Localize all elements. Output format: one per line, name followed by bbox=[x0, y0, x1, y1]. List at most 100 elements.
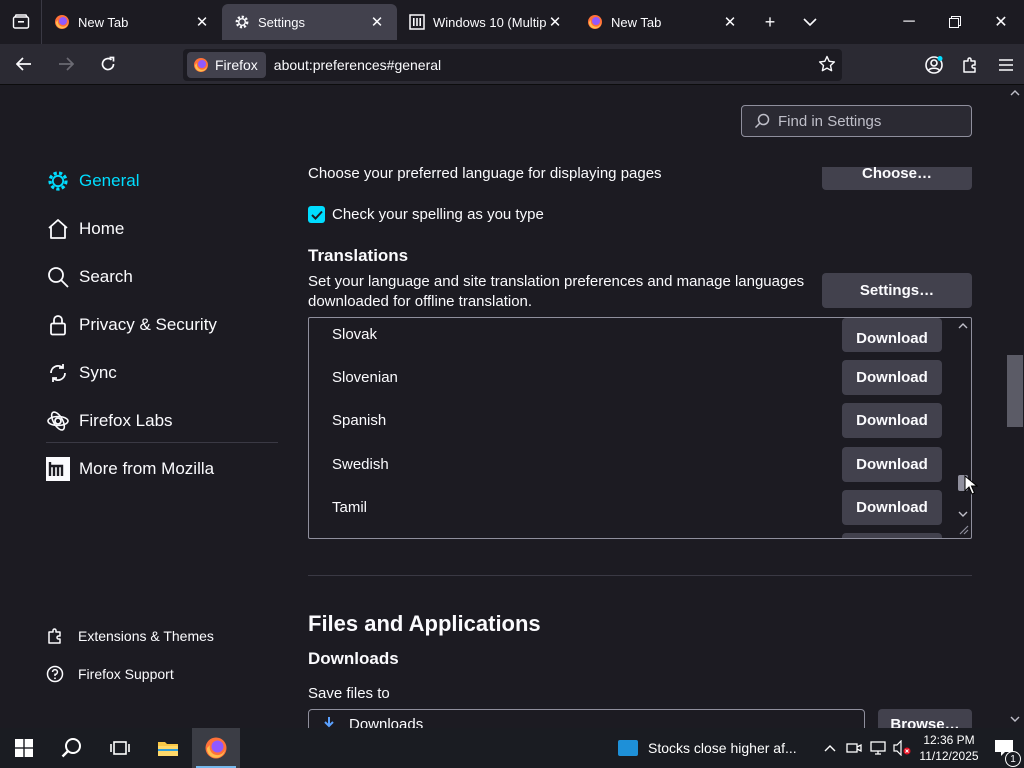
section-divider bbox=[308, 575, 972, 576]
button-label: Browse… bbox=[890, 715, 960, 729]
translation-languages-list[interactable]: Slovak Download Slovenian Download Spani… bbox=[308, 317, 972, 539]
task-view-button[interactable] bbox=[96, 728, 144, 768]
sidebar-item-more-from-mozilla[interactable]: More from Mozilla bbox=[46, 454, 214, 484]
download-button[interactable]: Download bbox=[842, 360, 942, 395]
save-files-label: Save files to bbox=[308, 685, 390, 702]
camera-icon bbox=[846, 743, 862, 753]
news-icon bbox=[618, 740, 638, 756]
clock[interactable]: 12:36 PM 11/12/2025 bbox=[914, 732, 984, 764]
close-icon[interactable]: ✕ bbox=[194, 14, 210, 31]
volume-muted-icon bbox=[893, 740, 911, 756]
notification-count-badge: 1 bbox=[1005, 751, 1021, 767]
scroll-up-arrow-icon[interactable] bbox=[1010, 89, 1020, 97]
minimize-button[interactable]: ─ bbox=[886, 0, 932, 44]
identity-box[interactable]: Firefox bbox=[187, 52, 266, 78]
choose-language-button[interactable]: Choose… bbox=[822, 165, 972, 190]
close-icon[interactable]: ✕ bbox=[547, 14, 563, 31]
scroll-thumb[interactable] bbox=[1007, 355, 1023, 427]
firefox-view-button[interactable] bbox=[0, 0, 42, 44]
sidebar-item-search[interactable]: Search bbox=[46, 262, 133, 292]
sidebar-item-label: Firefox Labs bbox=[79, 411, 173, 430]
translations-settings-button[interactable]: Settings… bbox=[822, 273, 972, 308]
tab-new-tab-1[interactable]: New Tab ✕ bbox=[42, 4, 222, 40]
download-button[interactable]: Download bbox=[842, 490, 942, 525]
close-icon[interactable]: ✕ bbox=[369, 14, 385, 31]
browse-button[interactable]: Browse… bbox=[878, 709, 972, 728]
close-icon[interactable]: ✕ bbox=[722, 14, 738, 31]
language-name: Tamil bbox=[332, 499, 368, 516]
reload-icon bbox=[101, 56, 115, 71]
gear-icon bbox=[48, 171, 68, 191]
sidebar-item-label: General bbox=[79, 171, 140, 190]
extensions-themes-link[interactable]: Extensions & Themes bbox=[46, 627, 214, 645]
language-choose-text: Choose your preferred language for displ… bbox=[308, 165, 662, 182]
language-name: Slovak bbox=[332, 326, 378, 343]
scroll-down-arrow-icon[interactable] bbox=[1010, 715, 1020, 723]
task-view-icon bbox=[110, 741, 130, 755]
sidebar-item-firefox-labs[interactable]: Firefox Labs bbox=[46, 406, 173, 436]
navigation-toolbar: Firefox about:preferences#general bbox=[0, 44, 1024, 85]
extensions-button[interactable] bbox=[952, 56, 988, 74]
tab-new-tab-2[interactable]: New Tab ✕ bbox=[575, 4, 750, 40]
reload-button[interactable] bbox=[90, 48, 126, 80]
maximize-button[interactable] bbox=[932, 0, 978, 44]
sync-icon bbox=[50, 364, 66, 382]
tab-settings[interactable]: Settings ✕ bbox=[222, 4, 397, 40]
scroll-up-arrow-icon[interactable] bbox=[958, 322, 968, 330]
spellcheck-checkbox[interactable] bbox=[308, 206, 325, 223]
url-bar[interactable]: Firefox about:preferences#general bbox=[183, 49, 842, 81]
download-folder-field[interactable]: Downloads bbox=[308, 709, 865, 728]
list-item: Slovenian Download bbox=[309, 360, 949, 403]
sidebar-item-label: Home bbox=[79, 219, 125, 238]
sidebar-item-sync[interactable]: Sync bbox=[46, 358, 117, 388]
puzzle-icon bbox=[963, 56, 976, 73]
button-label: Download bbox=[856, 499, 928, 516]
news-widget[interactable]: Stocks close higher af... bbox=[608, 728, 797, 768]
show-hidden-icons-button[interactable] bbox=[818, 744, 842, 752]
clock-time: 12:36 PM bbox=[923, 733, 975, 747]
back-button[interactable] bbox=[6, 48, 42, 80]
mozilla-icon bbox=[46, 457, 70, 481]
firefox-taskbar-button[interactable] bbox=[192, 728, 240, 768]
news-headline: Stocks close higher af... bbox=[648, 740, 797, 756]
download-folder-name: Downloads bbox=[349, 715, 424, 729]
app-menu-button[interactable] bbox=[988, 58, 1024, 72]
download-button[interactable]: Download bbox=[842, 447, 942, 482]
close-window-button[interactable]: ✕ bbox=[978, 0, 1024, 44]
meet-now-button[interactable] bbox=[842, 741, 866, 755]
account-button[interactable] bbox=[916, 55, 952, 75]
page-scrollbar[interactable] bbox=[1006, 85, 1024, 728]
scroll-down-arrow-icon[interactable] bbox=[958, 510, 968, 518]
folder-icon bbox=[158, 742, 178, 756]
download-button[interactable]: Download bbox=[842, 403, 942, 438]
network-button[interactable] bbox=[866, 741, 890, 755]
download-button[interactable]: Download bbox=[842, 318, 942, 352]
tab-windows-10[interactable]: Windows 10 (Multiple E ✕ bbox=[397, 4, 575, 40]
spellcheck-label[interactable]: Check your spelling as you type bbox=[332, 206, 544, 223]
new-tab-button[interactable]: + bbox=[750, 0, 790, 44]
sidebar-item-privacy[interactable]: Privacy & Security bbox=[46, 310, 217, 340]
help-icon bbox=[46, 665, 64, 683]
volume-button[interactable] bbox=[890, 740, 914, 756]
taskbar-search-button[interactable] bbox=[48, 728, 96, 768]
forward-button[interactable] bbox=[48, 48, 84, 80]
settings-search-input[interactable]: Find in Settings bbox=[741, 105, 972, 137]
bookmark-star-icon[interactable] bbox=[818, 55, 836, 73]
resize-grip-icon[interactable] bbox=[957, 523, 969, 535]
sidebar-item-home[interactable]: Home bbox=[46, 214, 124, 244]
list-all-tabs-button[interactable] bbox=[790, 0, 830, 44]
language-name: Swedish bbox=[332, 456, 389, 473]
start-button[interactable] bbox=[0, 728, 48, 768]
url-text[interactable]: about:preferences#general bbox=[274, 57, 441, 73]
checkmark-icon bbox=[310, 210, 323, 220]
notification-center-button[interactable]: 1 bbox=[984, 739, 1024, 767]
search-icon bbox=[61, 738, 81, 758]
firefox-icon bbox=[588, 15, 602, 29]
sidebar-item-general[interactable]: General bbox=[46, 166, 139, 196]
file-explorer-button[interactable] bbox=[144, 728, 192, 768]
search-icon bbox=[754, 113, 770, 129]
firefox-icon bbox=[194, 58, 208, 72]
toolbar-right bbox=[916, 44, 1024, 85]
languages-scrollbar[interactable] bbox=[956, 319, 970, 537]
firefox-support-link[interactable]: Firefox Support bbox=[46, 665, 174, 683]
